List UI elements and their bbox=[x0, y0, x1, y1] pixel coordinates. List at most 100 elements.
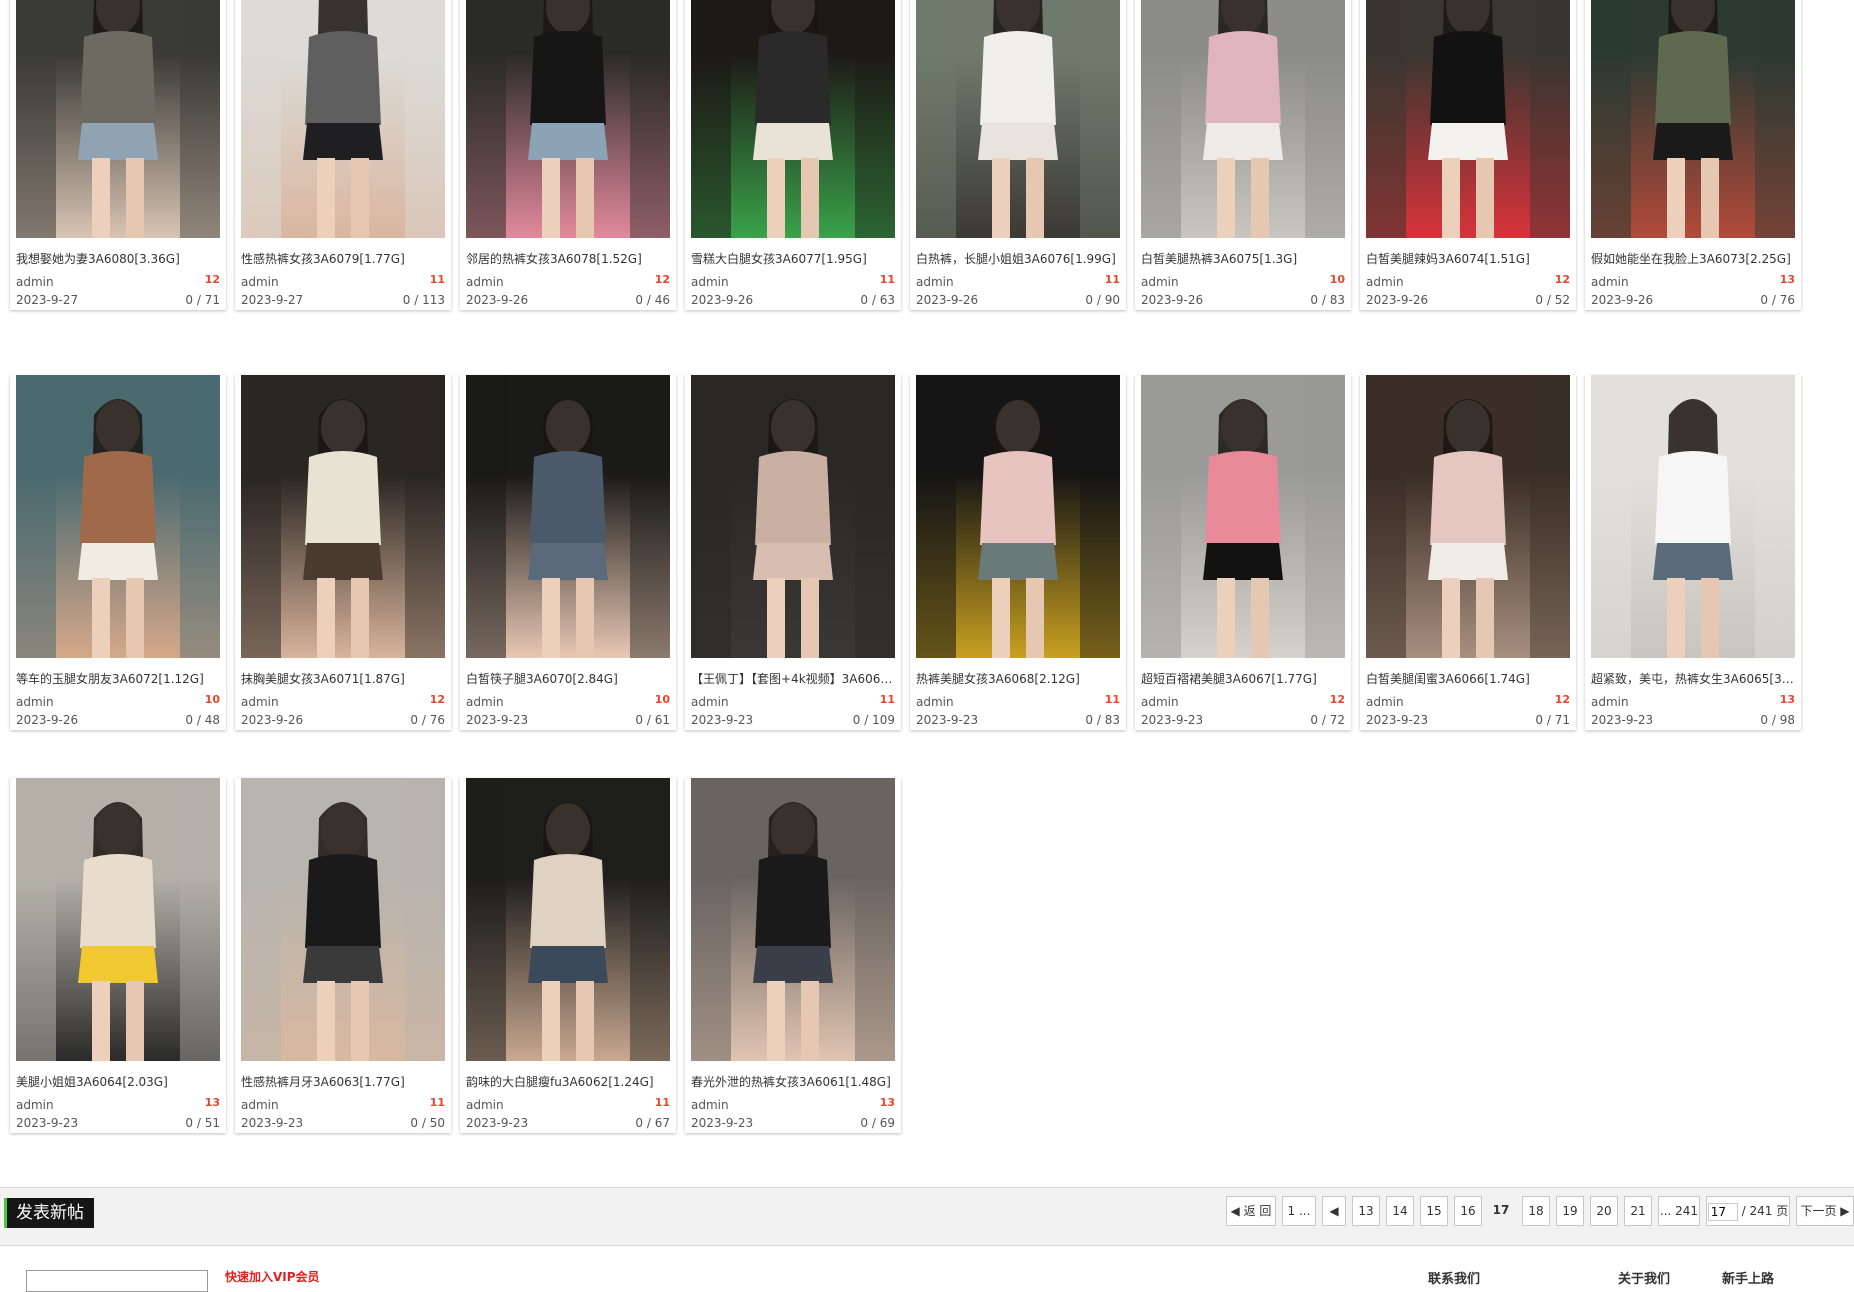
post-card[interactable]: 【王佩丁】【套图+4k视频】3A6069[1.96G] admin 11 2023-9… bbox=[685, 375, 901, 730]
post-card[interactable]: 热裤美腿女孩3A6068[2.12G] admin 11 2023-9-23 0 / 8… bbox=[910, 375, 1126, 730]
post-thumbnail[interactable] bbox=[691, 0, 895, 238]
post-thumbnail[interactable] bbox=[466, 375, 670, 658]
post-card[interactable]: 性感热裤月牙3A6063[1.77G] admin 11 2023-9-23 0 / 5… bbox=[235, 778, 451, 1133]
post-author[interactable]: admin bbox=[1141, 695, 1179, 709]
post-title[interactable]: 性感热裤女孩3A6079[1.77G] bbox=[241, 251, 445, 267]
post-card[interactable]: 白热裤，长腿小姐姐3A6076[1.99G] admin 11 2023-9-26 0 … bbox=[910, 0, 1126, 310]
post-card[interactable]: 白皙美腿热裤3A6075[1.3G] admin 10 2023-9-26 0 / 83 bbox=[1135, 0, 1351, 310]
post-author[interactable]: admin bbox=[916, 695, 954, 709]
post-card[interactable]: 性感热裤女孩3A6079[1.77G] admin 11 2023-9-27 0 / 1… bbox=[235, 0, 451, 310]
post-thumbnail[interactable] bbox=[916, 0, 1120, 238]
post-author[interactable]: admin bbox=[691, 275, 729, 289]
post-thumbnail[interactable] bbox=[466, 778, 670, 1061]
post-author[interactable]: admin bbox=[691, 695, 729, 709]
post-title[interactable]: 等车的玉腿女朋友3A6072[1.12G] bbox=[16, 671, 220, 687]
post-author[interactable]: admin bbox=[241, 1098, 279, 1112]
last-page-button[interactable]: ... 241 bbox=[1658, 1196, 1700, 1226]
post-title[interactable]: 超紧致，美屯，热裤女生3A6065[3.01G] bbox=[1591, 671, 1795, 687]
post-author[interactable]: admin bbox=[466, 275, 504, 289]
footer-search-box[interactable] bbox=[26, 1270, 208, 1292]
post-card[interactable]: 假如她能坐在我脸上3A6073[2.25G] admin 13 2023-9-26 0 … bbox=[1585, 0, 1801, 310]
post-title[interactable]: 超短百褶裙美腿3A6067[1.77G] bbox=[1141, 671, 1345, 687]
post-title[interactable]: 白皙美腿辣妈3A6074[1.51G] bbox=[1366, 251, 1570, 267]
page-20-button[interactable]: 20 bbox=[1590, 1196, 1618, 1226]
post-thumbnail[interactable] bbox=[1591, 375, 1795, 658]
page-18-button[interactable]: 18 bbox=[1522, 1196, 1550, 1226]
prev-page-arrow[interactable]: ◀ bbox=[1322, 1196, 1346, 1226]
post-author[interactable]: admin bbox=[916, 275, 954, 289]
post-thumbnail[interactable] bbox=[16, 375, 220, 658]
post-author[interactable]: admin bbox=[241, 275, 279, 289]
footer-contact-link[interactable]: 联系我们 bbox=[1428, 1268, 1480, 1287]
post-title[interactable]: 白皙筷子腿3A6070[2.84G] bbox=[466, 671, 670, 687]
post-author[interactable]: admin bbox=[1591, 275, 1629, 289]
post-title[interactable]: 【王佩丁】【套图+4k视频】3A6069[1.96G] bbox=[691, 671, 895, 687]
post-title[interactable]: 邻居的热裤女孩3A6078[1.52G] bbox=[466, 251, 670, 267]
post-title[interactable]: 白皙美腿热裤3A6075[1.3G] bbox=[1141, 251, 1345, 267]
post-thumbnail[interactable] bbox=[16, 0, 220, 238]
post-author[interactable]: admin bbox=[1141, 275, 1179, 289]
post-thumbnail[interactable] bbox=[1366, 0, 1570, 238]
post-author[interactable]: admin bbox=[241, 695, 279, 709]
page-17-button[interactable]: 17 bbox=[1488, 1196, 1514, 1224]
post-author[interactable]: admin bbox=[1366, 695, 1404, 709]
post-thumbnail[interactable] bbox=[466, 0, 670, 238]
post-thumbnail[interactable] bbox=[241, 778, 445, 1061]
post-card[interactable]: 美腿小姐姐3A6064[2.03G] admin 13 2023-9-23 0 / 51 bbox=[10, 778, 226, 1133]
post-card[interactable]: 雪糕大白腿女孩3A6077[1.95G] admin 11 2023-9-26 0 / … bbox=[685, 0, 901, 310]
new-post-button[interactable]: 发表新帖 bbox=[4, 1198, 94, 1228]
post-author[interactable]: admin bbox=[1591, 695, 1629, 709]
post-thumbnail[interactable] bbox=[916, 375, 1120, 658]
post-card[interactable]: 超短百褶裙美腿3A6067[1.77G] admin 12 2023-9-23 0 / … bbox=[1135, 375, 1351, 730]
post-thumbnail[interactable] bbox=[241, 0, 445, 238]
post-card[interactable]: 春光外泄的热裤女孩3A6061[1.48G] admin 13 2023-9-23 0 … bbox=[685, 778, 901, 1133]
post-card[interactable]: 白皙美腿辣妈3A6074[1.51G] admin 12 2023-9-26 0 / 5… bbox=[1360, 0, 1576, 310]
post-card[interactable]: 邻居的热裤女孩3A6078[1.52G] admin 12 2023-9-26 0 / … bbox=[460, 0, 676, 310]
post-title[interactable]: 美腿小姐姐3A6064[2.03G] bbox=[16, 1074, 220, 1090]
post-title[interactable]: 性感热裤月牙3A6063[1.77G] bbox=[241, 1074, 445, 1090]
post-title[interactable]: 我想娶她为妻3A6080[3.36G] bbox=[16, 251, 220, 267]
post-thumbnail[interactable] bbox=[1141, 0, 1345, 238]
post-title[interactable]: 热裤美腿女孩3A6068[2.12G] bbox=[916, 671, 1120, 687]
post-author[interactable]: admin bbox=[466, 1098, 504, 1112]
post-card[interactable]: 韵味的大白腿瘦fu3A6062[1.24G] admin 11 2023-9-23 0 … bbox=[460, 778, 676, 1133]
post-card[interactable]: 等车的玉腿女朋友3A6072[1.12G] admin 10 2023-9-26 0 /… bbox=[10, 375, 226, 730]
post-thumbnail[interactable] bbox=[691, 778, 895, 1061]
next-button[interactable]: 下一页 ▶ bbox=[1796, 1196, 1854, 1226]
post-title[interactable]: 白热裤，长腿小姐姐3A6076[1.99G] bbox=[916, 251, 1120, 267]
post-thumbnail[interactable] bbox=[241, 375, 445, 658]
first-page-button[interactable]: 1 ... bbox=[1282, 1196, 1316, 1226]
post-card[interactable]: 抹胸美腿女孩3A6071[1.87G] admin 12 2023-9-26 0 / 7… bbox=[235, 375, 451, 730]
post-thumbnail[interactable] bbox=[691, 375, 895, 658]
post-title[interactable]: 假如她能坐在我脸上3A6073[2.25G] bbox=[1591, 251, 1795, 267]
post-card[interactable]: 我想娶她为妻3A6080[3.36G] admin 12 2023-9-27 0 / 7… bbox=[10, 0, 226, 310]
page-jump-input[interactable] bbox=[1707, 1202, 1738, 1221]
post-author[interactable]: admin bbox=[466, 695, 504, 709]
post-author[interactable]: admin bbox=[16, 275, 54, 289]
post-author[interactable]: admin bbox=[691, 1098, 729, 1112]
post-author[interactable]: admin bbox=[16, 1098, 54, 1112]
post-title[interactable]: 春光外泄的热裤女孩3A6061[1.48G] bbox=[691, 1074, 895, 1090]
post-card[interactable]: 超紧致，美屯，热裤女生3A6065[3.01G] admin 13 2023-9-23… bbox=[1585, 375, 1801, 730]
post-title[interactable]: 抹胸美腿女孩3A6071[1.87G] bbox=[241, 671, 445, 687]
page-19-button[interactable]: 19 bbox=[1556, 1196, 1584, 1226]
page-16-button[interactable]: 16 bbox=[1454, 1196, 1482, 1226]
page-13-button[interactable]: 13 bbox=[1352, 1196, 1380, 1226]
footer-about-link[interactable]: 关于我们 bbox=[1618, 1268, 1670, 1287]
prev-button[interactable]: ◀ 返 回 bbox=[1226, 1196, 1276, 1226]
post-title[interactable]: 雪糕大白腿女孩3A6077[1.95G] bbox=[691, 251, 895, 267]
post-author[interactable]: admin bbox=[16, 695, 54, 709]
page-14-button[interactable]: 14 bbox=[1386, 1196, 1414, 1226]
page-21-button[interactable]: 21 bbox=[1624, 1196, 1652, 1226]
footer-newbie-link[interactable]: 新手上路 bbox=[1722, 1268, 1774, 1287]
post-title[interactable]: 韵味的大白腿瘦fu3A6062[1.24G] bbox=[466, 1074, 670, 1090]
post-thumbnail[interactable] bbox=[1141, 375, 1345, 658]
post-thumbnail[interactable] bbox=[16, 778, 220, 1061]
post-author[interactable]: admin bbox=[1366, 275, 1404, 289]
page-15-button[interactable]: 15 bbox=[1420, 1196, 1448, 1226]
post-card[interactable]: 白皙筷子腿3A6070[2.84G] admin 10 2023-9-23 0 / 61 bbox=[460, 375, 676, 730]
post-thumbnail[interactable] bbox=[1591, 0, 1795, 238]
post-thumbnail[interactable] bbox=[1366, 375, 1570, 658]
post-title[interactable]: 白皙美腿闺蜜3A6066[1.74G] bbox=[1366, 671, 1570, 687]
post-card[interactable]: 白皙美腿闺蜜3A6066[1.74G] admin 12 2023-9-23 0 / 7… bbox=[1360, 375, 1576, 730]
